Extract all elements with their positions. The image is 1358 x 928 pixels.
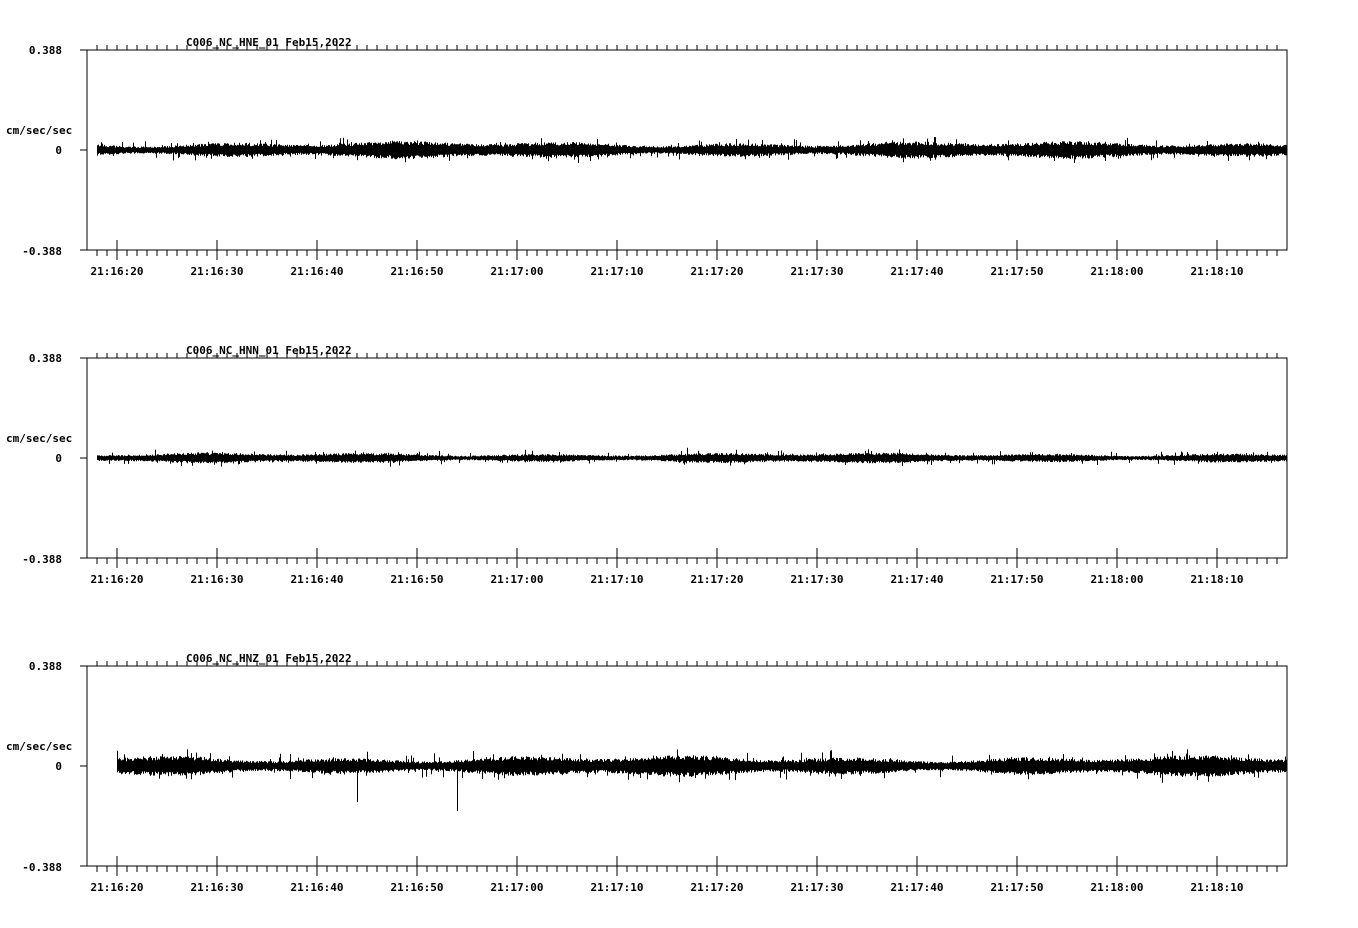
y-tick-label: 0 [55,144,62,157]
x-tick-label: 21:16:20 [91,265,144,278]
y-tick-label: -0.388 [22,861,62,874]
x-tick-label: 21:17:20 [691,573,744,586]
x-tick-label: 21:16:50 [391,265,444,278]
x-tick-label: 21:17:40 [891,881,944,894]
x-tick-label: 21:17:20 [691,881,744,894]
x-tick-label: 21:17:40 [891,573,944,586]
waveform-trace [97,137,1287,163]
x-tick-label: 21:17:20 [691,265,744,278]
x-tick-label: 21:17:30 [791,265,844,278]
x-tick-label: 21:18:10 [1191,573,1244,586]
y-tick-label: 0.388 [29,352,62,365]
y-tick-label: 0.388 [29,44,62,57]
x-tick-label: 21:17:10 [591,881,644,894]
y-tick-label: -0.388 [22,553,62,566]
seismogram-figure: C006_NC_HNE_01 Feb15,2022 0.388 0 -0.388 cm/… [0,0,1358,924]
x-tick-label: 21:17:50 [991,881,1044,894]
waveform-trace [117,749,1287,783]
x-tick-label: 21:16:40 [291,265,344,278]
waveform-trace [97,449,1287,467]
y-axis-label: cm/sec/sec [6,740,72,753]
x-tick-label: 21:17:30 [791,573,844,586]
x-tick-label: 21:18:00 [1091,881,1144,894]
x-tick-label: 21:17:10 [591,573,644,586]
x-tick-label: 21:16:40 [291,881,344,894]
x-tick-label: 21:17:40 [891,265,944,278]
seismogram-panel-2: C006_NC_HNN_01 Feb15,20220.3880-0.388cm/… [6,344,1288,586]
x-tick-label: 21:16:30 [191,881,244,894]
x-tick-label: 21:17:10 [591,265,644,278]
y-tick-label: 0.388 [29,660,62,673]
x-tick-label: 21:17:50 [991,265,1044,278]
x-tick-label: 21:16:30 [191,265,244,278]
x-tick-label: 21:16:40 [291,573,344,586]
x-tick-label: 21:17:50 [991,573,1044,586]
seismogram-panel-1: C006_NC_HNE_01 Feb15,20220.3880-0.388cm/… [6,36,1288,278]
y-axis-label: cm/sec/sec [6,432,72,445]
x-tick-label: 21:18:00 [1091,573,1144,586]
x-tick-label: 21:18:00 [1091,265,1144,278]
x-tick-label: 21:18:10 [1191,881,1244,894]
x-tick-label: 21:17:00 [491,265,544,278]
y-tick-label: 0 [55,760,62,773]
x-tick-label: 21:16:50 [391,881,444,894]
x-tick-label: 21:18:10 [1191,265,1244,278]
y-tick-label: 0 [55,452,62,465]
x-tick-label: 21:16:30 [191,573,244,586]
x-tick-label: 21:17:00 [491,573,544,586]
seismogram-svg: C006_NC_HNE_01 Feb15,20220.3880-0.388cm/… [6,36,1288,894]
y-tick-label: -0.388 [22,245,62,258]
x-tick-label: 21:17:00 [491,881,544,894]
x-tick-label: 21:17:30 [791,881,844,894]
x-tick-label: 21:16:50 [391,573,444,586]
x-tick-label: 21:16:20 [91,881,144,894]
x-tick-label: 21:16:20 [91,573,144,586]
seismogram-panel-3: C006_NC_HNZ_01 Feb15,20220.3880-0.388cm/… [6,652,1288,894]
y-axis-label: cm/sec/sec [6,124,72,137]
